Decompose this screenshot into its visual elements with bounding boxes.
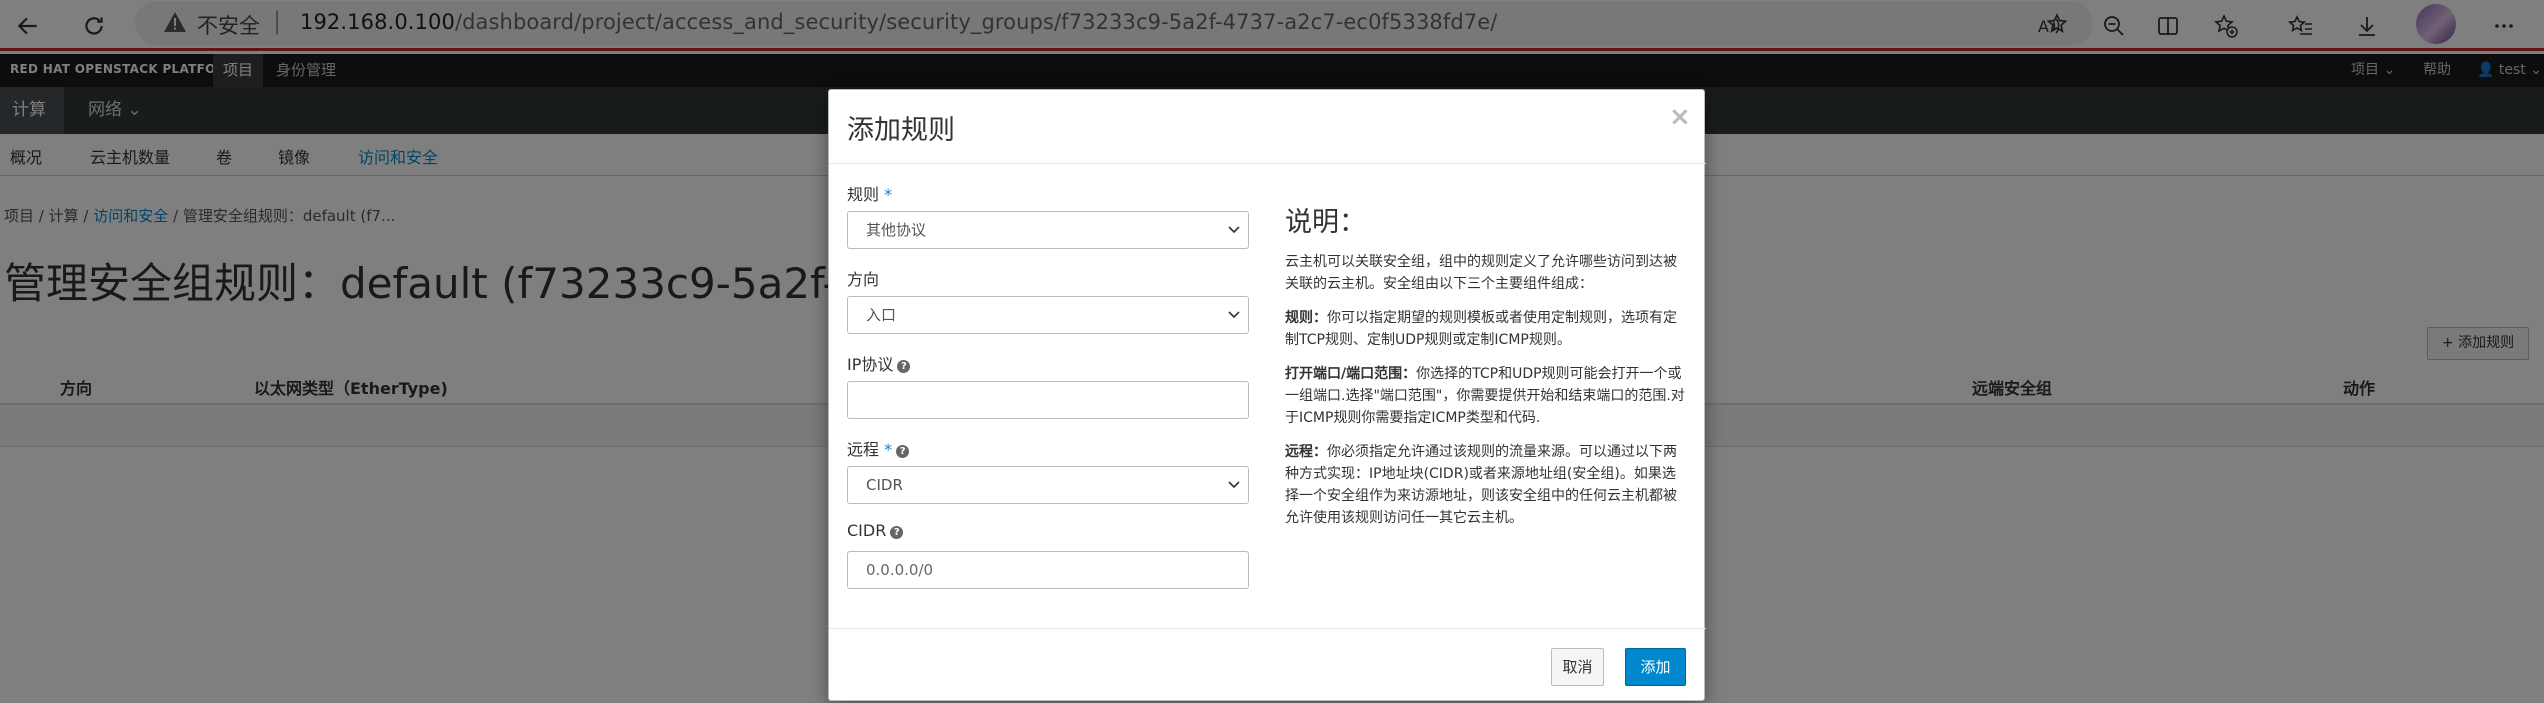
description-title: 说明： [1285,207,1366,238]
description-port-heading: 打开端口/端口范围： [1285,366,1417,382]
rule-select-value: 其他协议 [866,221,927,239]
ip-protocol-label: IP协议? [847,351,911,375]
add-button[interactable]: 添加 [1625,648,1686,686]
description-remote-heading: 远程： [1285,444,1327,460]
direction-select[interactable]: 入口 [847,296,1249,334]
cidr-label-text: CIDR [847,521,887,540]
description-remote-body: 你必须指定允许通过该规则的流量来源。可以通过以下两种方式实现：IP地址块(CID… [1285,444,1677,526]
direction-select-value: 入口 [866,306,897,324]
required-marker: * [884,440,893,459]
add-rule-dialog: 添加规则 × 规则 * 其他协议 方向 入口 IP协议? 远程 *? CIDR … [828,89,1706,702]
description-rule: 规则：你可以指定期望的规则模板或者使用定制规则，选项有定制TCP规则、定制UDP… [1285,307,1687,351]
help-icon[interactable]: ? [896,445,910,458]
remote-label: 远程 *? [847,436,910,460]
description-panel: 说明： 云主机可以关联安全组，组中的规则定义了允许哪些访问到达被关联的云主机。安… [1285,200,1687,541]
rule-label: 规则 * [847,181,892,205]
description-rule-body: 你可以指定期望的规则模板或者使用定制规则，选项有定制TCP规则、定制UDP规则或… [1285,310,1677,348]
chevron-down-icon [1228,226,1240,234]
chevron-down-icon [1228,311,1240,319]
chevron-down-icon [1228,481,1240,489]
ip-protocol-input[interactable] [847,381,1249,419]
modal-footer: 取消 添加 [829,628,1706,702]
remote-select[interactable]: CIDR [847,466,1249,504]
close-icon[interactable]: × [1669,102,1691,132]
required-marker: * [884,185,893,204]
cancel-button[interactable]: 取消 [1551,648,1604,686]
help-icon[interactable]: ? [897,360,911,373]
direction-label: 方向 [847,270,880,289]
description-intro: 云主机可以关联安全组，组中的规则定义了允许哪些访问到达被关联的云主机。安全组由以… [1285,254,1677,292]
cidr-input[interactable]: 0.0.0.0/0 [847,551,1249,589]
description-remote: 远程：你必须指定允许通过该规则的流量来源。可以通过以下两种方式实现：IP地址块(… [1285,441,1687,529]
remote-select-value: CIDR [866,476,903,494]
ip-protocol-label-text: IP协议 [847,355,894,374]
rule-select[interactable]: 其他协议 [847,211,1249,249]
help-icon[interactable]: ? [890,526,904,539]
description-port: 打开端口/端口范围：你选择的TCP和UDP规则可能会打开一个或一组端口.选择"端… [1285,363,1687,429]
modal-title: 添加规则 [847,115,955,146]
cidr-label: CIDR? [847,521,904,540]
modal-header: 添加规则 × [829,90,1706,164]
remote-label-text: 远程 [847,440,880,459]
description-rule-heading: 规则： [1285,310,1327,326]
rule-label-text: 规则 [847,185,880,204]
